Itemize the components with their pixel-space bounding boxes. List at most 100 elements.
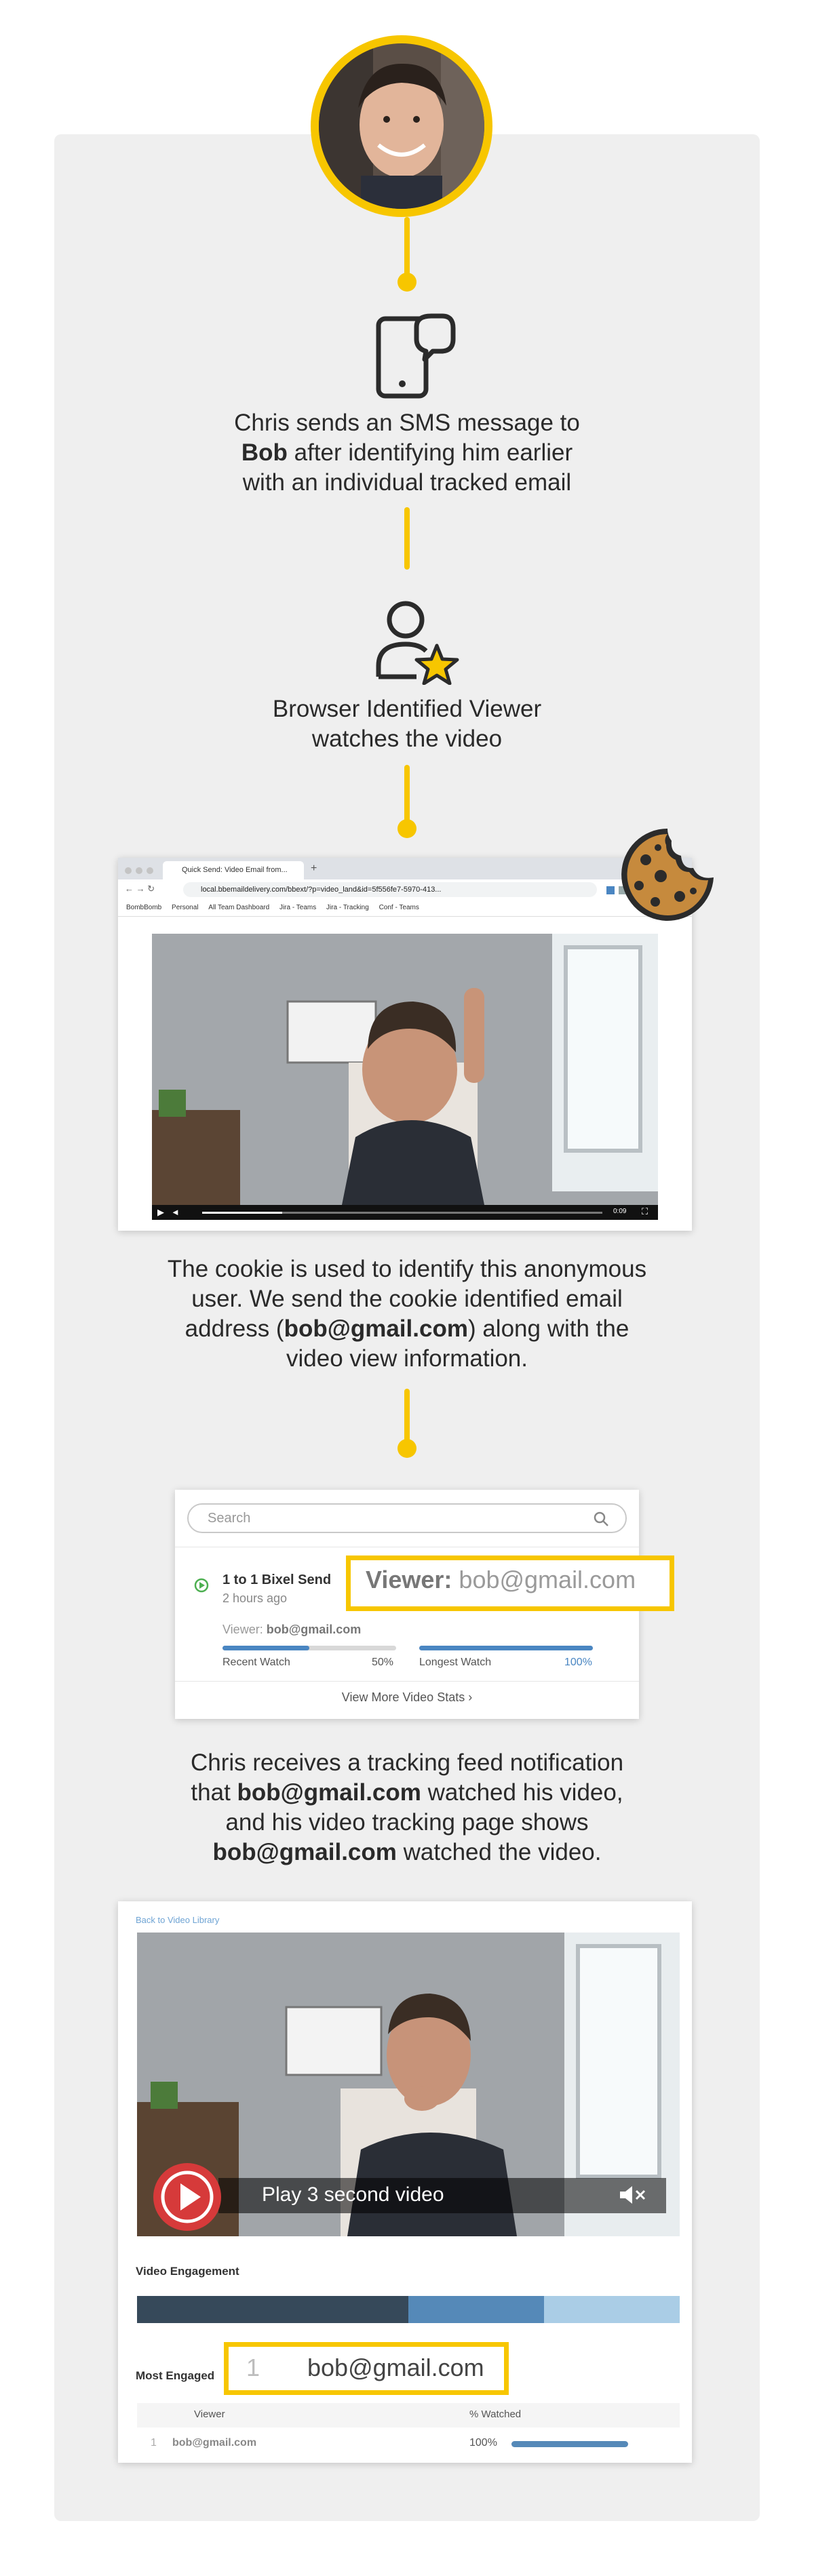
viewer-email: bob@gmail.com bbox=[266, 1623, 362, 1636]
feed-step-caption: Chris receives a tracking feed notificat… bbox=[102, 1748, 712, 1867]
bookmark-item[interactable]: Conf - Teams bbox=[379, 904, 419, 911]
timeline-connector bbox=[404, 217, 410, 278]
nav-arrows-icon[interactable]: ← → ↻ bbox=[125, 884, 155, 894]
viewers-table-header: Viewer % Watched bbox=[137, 2403, 680, 2428]
sms-step-caption: Chris sends an SMS message to Bob after … bbox=[102, 408, 712, 498]
cookie-caption-line3: address (bob@gmail.com) along with the bbox=[102, 1314, 712, 1344]
timeline-dot bbox=[398, 273, 416, 292]
avatar-photo bbox=[319, 43, 484, 209]
viewer-highlight-label: Viewer: bbox=[366, 1566, 452, 1593]
play-icon[interactable]: ▶ bbox=[157, 1207, 164, 1218]
engagement-segment bbox=[544, 2296, 680, 2323]
fullscreen-icon[interactable]: ⛶ bbox=[642, 1206, 648, 1217]
watched-column-header: % Watched bbox=[469, 2409, 522, 2420]
recent-watch-fill bbox=[222, 1646, 309, 1650]
cookie-caption-email: bob@gmail.com bbox=[284, 1315, 468, 1342]
most-engaged-label: Most Engaged bbox=[136, 2369, 215, 2382]
row-watched-fill bbox=[511, 2441, 628, 2447]
most-engaged-highlight-box: 1 bob@gmail.com bbox=[224, 2342, 509, 2395]
bookmark-item[interactable]: BombBomb bbox=[126, 904, 161, 911]
sms-caption-line3: with an individual tracked email bbox=[242, 469, 572, 496]
avatar bbox=[311, 35, 492, 217]
url-field[interactable]: local.bbemaildelivery.com/bbext/?p=video… bbox=[183, 882, 597, 897]
new-tab-icon[interactable]: + bbox=[311, 863, 317, 875]
engagement-segment bbox=[137, 2296, 408, 2323]
viewer-caption-line1: Browser Identified Viewer bbox=[272, 696, 542, 722]
cookie-caption-line2: user. We send the cookie identified emai… bbox=[191, 1286, 623, 1312]
cookie-caption-line1: The cookie is used to identify this anon… bbox=[167, 1256, 647, 1282]
sms-caption-bob: Bob bbox=[241, 439, 288, 466]
timeline-connector bbox=[404, 507, 410, 570]
viewer-highlight-box: Viewer: bob@gmail.com bbox=[346, 1555, 674, 1611]
cookie-icon bbox=[619, 826, 716, 924]
bookmark-item[interactable]: Jira - Tracking bbox=[326, 904, 369, 911]
row-watched: 100% bbox=[469, 2437, 497, 2449]
feed-item-title[interactable]: 1 to 1 Bixel Send bbox=[222, 1572, 331, 1588]
timeline-dot bbox=[398, 1439, 416, 1458]
search-icon[interactable] bbox=[593, 1511, 609, 1530]
tracking-video-player[interactable]: Play 3 second video bbox=[137, 1933, 680, 2236]
browser-tab[interactable]: Quick Send: Video Email from... bbox=[163, 861, 304, 879]
play-overlay-bar[interactable]: Play 3 second video bbox=[218, 2178, 666, 2213]
video-progress-track[interactable] bbox=[202, 1212, 602, 1214]
cookie-caption-line4: video view information. bbox=[286, 1345, 528, 1372]
recent-watch-label: Recent Watch bbox=[222, 1657, 290, 1668]
viewer-step-caption: Browser Identified Viewer watches the vi… bbox=[102, 694, 712, 754]
table-row[interactable]: 1 bob@gmail.com 100% bbox=[137, 2430, 680, 2457]
bookmarks-bar: BombBomb Personal All Team Dashboard Jir… bbox=[118, 900, 692, 917]
feed-caption-line2-rest: watched his video, bbox=[421, 1779, 623, 1806]
bookmark-item[interactable]: Jira - Teams bbox=[279, 904, 316, 911]
highlight-rank: 1 bbox=[246, 2354, 260, 2381]
browser-tab-title: Quick Send: Video Email from... bbox=[182, 866, 288, 874]
video-progress-fill bbox=[202, 1212, 282, 1214]
row-rank: 1 bbox=[151, 2437, 157, 2449]
longest-watch-label: Longest Watch bbox=[419, 1657, 492, 1668]
play-overlay-label: Play 3 second video bbox=[262, 2183, 444, 2206]
longest-watch-fill bbox=[419, 1646, 593, 1650]
feed-caption-line2: that bob@gmail.com watched his video, bbox=[102, 1778, 712, 1808]
engagement-bar bbox=[137, 2296, 680, 2323]
browser-screenshot: Quick Send: Video Email from... + ← → ↻ … bbox=[118, 858, 692, 1231]
volume-icon[interactable]: ◄ bbox=[171, 1207, 180, 1217]
url-text: local.bbemaildelivery.com/bbext/?p=video… bbox=[201, 886, 442, 894]
cookie-step-caption: The cookie is used to identify this anon… bbox=[102, 1254, 712, 1374]
play-circle-icon bbox=[194, 1578, 209, 1596]
recent-watch-bar bbox=[222, 1646, 396, 1650]
bookmark-item[interactable]: Personal bbox=[172, 904, 198, 911]
feed-caption-line3: and his video tracking page shows bbox=[225, 1809, 589, 1836]
viewer-caption-line2: watches the video bbox=[311, 726, 503, 752]
bookmark-item[interactable]: All Team Dashboard bbox=[208, 904, 269, 911]
browser-tab-strip: Quick Send: Video Email from... + bbox=[118, 858, 692, 879]
sms-caption-line1: Chris sends an SMS message to bbox=[234, 410, 580, 436]
highlight-email: bob@gmail.com bbox=[307, 2354, 484, 2381]
feed-caption-line4: bob@gmail.com watched the video. bbox=[102, 1838, 712, 1867]
view-more-stats-link[interactable]: View More Video Stats › bbox=[175, 1690, 639, 1705]
feed-caption-line1: Chris receives a tracking feed notificat… bbox=[190, 1749, 624, 1776]
sms-caption-line2: Bob after identifying him earlier bbox=[102, 438, 712, 468]
cookie-caption-line3-post: ) along with the bbox=[467, 1315, 629, 1342]
video-engagement-title: Video Engagement bbox=[136, 2265, 239, 2278]
feed-divider bbox=[175, 1681, 639, 1682]
viewer-column-header: Viewer bbox=[194, 2409, 225, 2420]
back-to-library-link[interactable]: Back to Video Library bbox=[136, 1915, 219, 1925]
play-button-icon[interactable] bbox=[152, 2162, 222, 2236]
sms-caption-line2-rest: after identifying him earlier bbox=[287, 439, 573, 466]
feed-item-time: 2 hours ago bbox=[222, 1591, 288, 1605]
row-viewer: bob@gmail.com bbox=[172, 2437, 257, 2449]
mute-icon[interactable] bbox=[619, 2183, 648, 2210]
feed-caption-line4-rest: watched the video. bbox=[396, 1839, 602, 1865]
video-player[interactable]: ▶ ◄ 0:09 ⛶ bbox=[152, 934, 658, 1220]
longest-watch-value: 100% bbox=[564, 1657, 592, 1668]
engagement-segment bbox=[408, 2296, 544, 2323]
feed-caption-email: bob@gmail.com bbox=[237, 1779, 421, 1806]
viewer-label: Viewer: bbox=[222, 1623, 263, 1636]
video-time: 0:09 bbox=[613, 1208, 627, 1215]
viewer-highlight-text: Viewer: bob@gmail.com bbox=[366, 1566, 636, 1594]
feed-caption-email-2: bob@gmail.com bbox=[212, 1839, 397, 1865]
feed-search-input[interactable]: Search bbox=[187, 1503, 627, 1533]
feed-viewer-line: Viewer: bob@gmail.com bbox=[222, 1623, 361, 1637]
row-watched-bar bbox=[511, 2441, 628, 2447]
cookie-caption-line3-pre: address ( bbox=[185, 1315, 284, 1342]
timeline-dot bbox=[398, 819, 416, 838]
browser-address-bar: ← → ↻ local.bbemaildelivery.com/bbext/?p… bbox=[118, 879, 692, 900]
